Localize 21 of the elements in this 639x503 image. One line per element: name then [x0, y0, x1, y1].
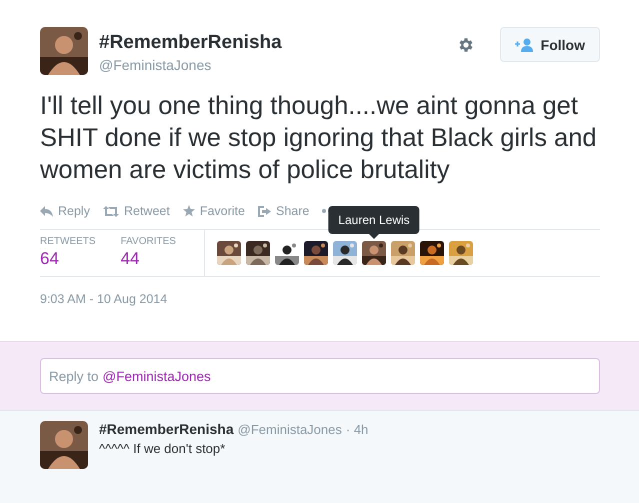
star-icon — [182, 205, 195, 217]
timestamp: 9:03 AM - 10 Aug 2014 — [40, 292, 168, 306]
placeholder-text: Reply to — [49, 368, 99, 384]
user-name[interactable]: #RememberRenisha — [99, 32, 446, 54]
tooltip-arrow — [369, 234, 379, 239]
stat-label: RETWEETS — [40, 236, 96, 247]
follow-button[interactable]: Follow — [500, 27, 600, 62]
stat-count[interactable]: 44 — [120, 249, 176, 269]
mention-link[interactable]: @FeministaJones — [102, 368, 211, 384]
share-icon — [258, 206, 271, 216]
add-user-icon — [514, 38, 533, 52]
stat-label: FAVORITES — [120, 236, 176, 247]
tweet-text: I'll tell you one thing though....we aint gonna get SHIT done if we stop ignoring that Black girls and women are victims of police brutality — [40, 91, 598, 186]
stat-count[interactable]: 64 — [40, 249, 96, 269]
reply-field[interactable]: Reply to @FeministaJones — [40, 358, 600, 394]
reply-text: ^^^^^ If we don't stop* — [99, 441, 226, 456]
tooltip: Lauren Lewis — [328, 206, 420, 234]
user-name[interactable]: #RememberRenisha — [99, 421, 234, 437]
reply-icon — [40, 206, 53, 216]
settings-icon[interactable] — [456, 36, 475, 54]
retweet-icon — [102, 206, 119, 216]
